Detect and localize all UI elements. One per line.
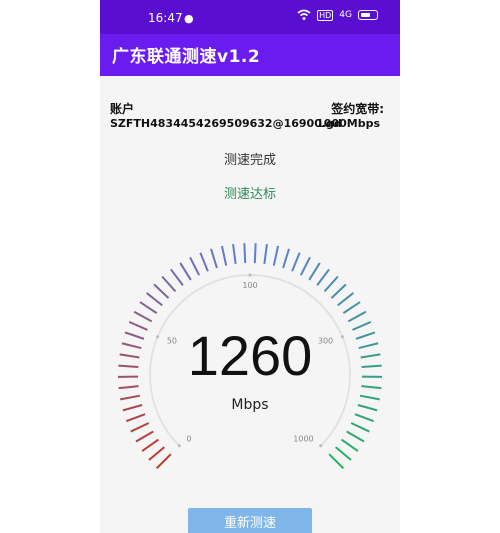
hd-icon: HD bbox=[317, 9, 334, 21]
gauge-scale-label: 100 bbox=[242, 281, 257, 290]
gauge-tick bbox=[337, 292, 354, 307]
gauge-tick bbox=[155, 453, 172, 470]
retest-button[interactable]: 重新测速 bbox=[188, 508, 312, 533]
gauge-tick bbox=[148, 446, 165, 461]
gauge-tick bbox=[330, 283, 347, 299]
gauge-tick bbox=[141, 438, 160, 452]
gauge-tick bbox=[335, 446, 352, 461]
gauge-tick bbox=[130, 422, 150, 433]
bandwidth-value: 1000Mbps bbox=[316, 117, 380, 130]
gauge-tick bbox=[323, 275, 339, 293]
app-title: 广东联通测速v1.2 bbox=[112, 47, 261, 67]
wifi-icon bbox=[297, 9, 311, 20]
gauge-tick bbox=[253, 243, 257, 264]
gauge-tick bbox=[161, 275, 177, 293]
status-time: 16:47 bbox=[148, 11, 183, 25]
gauge-tick bbox=[328, 453, 345, 470]
gauge-tick bbox=[340, 438, 359, 452]
test-status: 测速完成 bbox=[223, 153, 276, 168]
gauge-tick bbox=[308, 262, 321, 281]
gauge-tick bbox=[299, 256, 311, 276]
gauge-scale-label: 1000 bbox=[293, 435, 313, 444]
account-value: SZFTH4834454269509632@16900.gd bbox=[110, 117, 342, 130]
gauge-tick bbox=[146, 292, 163, 307]
gauge-tick bbox=[346, 430, 365, 443]
gauge-label-dot bbox=[319, 444, 323, 448]
gauge-tick bbox=[232, 243, 237, 265]
gauge-tick bbox=[210, 248, 218, 269]
gauge-scale-label: 0 bbox=[186, 435, 191, 444]
gauge-tick bbox=[272, 245, 280, 266]
status-icons: HD 4G bbox=[297, 9, 378, 21]
gauge-tick bbox=[179, 262, 192, 281]
gauge-tick bbox=[139, 301, 158, 314]
gauge-tick bbox=[354, 413, 375, 423]
gauge-label-dot bbox=[248, 273, 252, 277]
gauge-tick bbox=[347, 310, 367, 323]
bandwidth-label: 签约宽带: bbox=[331, 102, 384, 116]
status-bar: 16:47 ● HD 4G bbox=[100, 0, 400, 34]
battery-icon bbox=[358, 10, 378, 20]
gauge-tick bbox=[291, 252, 301, 272]
test-result: 测速达标 bbox=[223, 187, 276, 202]
account-label: 账户 bbox=[110, 102, 135, 116]
gauge-tick bbox=[125, 413, 146, 423]
gauge-label-dot bbox=[177, 444, 181, 448]
gauge-tick bbox=[350, 422, 370, 433]
gauge-tick bbox=[153, 283, 170, 299]
phone-screen: 16:47 ● HD 4G 广东联通测速v1.2 账户 SZFTH4834454… bbox=[100, 0, 400, 533]
gauge-tick bbox=[243, 243, 247, 264]
gauge-tick bbox=[263, 243, 268, 265]
gauge-tick bbox=[199, 252, 209, 272]
wechat-icon: ● bbox=[184, 12, 194, 25]
gauge-tick bbox=[282, 248, 290, 269]
speed-value: 1260 bbox=[187, 324, 313, 387]
app-bar: 广东联通测速v1.2 bbox=[100, 34, 400, 76]
gauge-tick bbox=[135, 430, 154, 443]
gauge-tick bbox=[189, 256, 201, 276]
gauge-tick bbox=[133, 310, 153, 323]
speed-unit: Mbps bbox=[231, 397, 269, 413]
gauge-tick bbox=[342, 301, 361, 314]
gauge-tick bbox=[170, 268, 184, 286]
gauge-tick bbox=[220, 245, 228, 266]
gauge-tick bbox=[316, 268, 330, 286]
signal-icon: 4G bbox=[339, 10, 352, 20]
